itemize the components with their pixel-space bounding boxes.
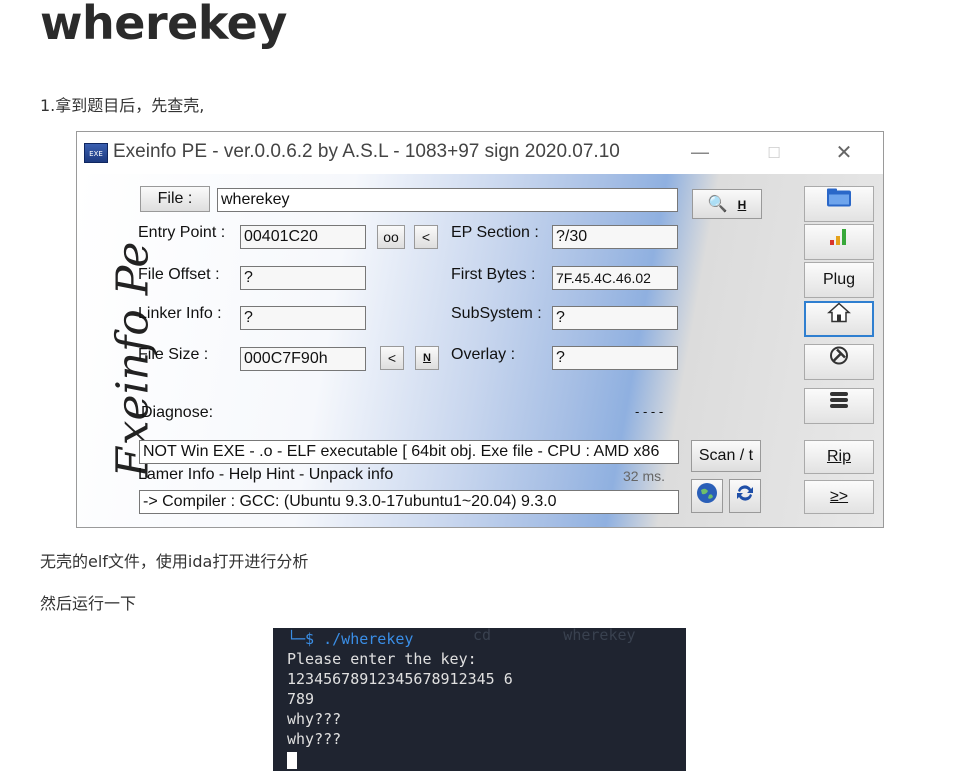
terminal-screenshot: cd wherekey └─$ ./wherekey Please enter … [273,628,686,771]
diagnose-dashes: - - - - [635,404,664,419]
first-bytes-field[interactable]: 7F.45.4C.46.02 [552,266,678,290]
home-icon [827,302,851,337]
signal-bars-icon [827,225,851,259]
terminal-output-line: 12345678912345678912345 6 [287,670,513,688]
file-size-field[interactable]: 000C7F90h [240,347,366,371]
compiler-field[interactable]: -> Compiler : GCC: (Ubuntu 9.3.0-17ubunt… [139,490,679,514]
ep-section-label: EP Section : [451,224,539,241]
terminal-command: ./wherekey [323,630,414,648]
list-icon [827,389,851,423]
oo-button[interactable]: oo [377,225,405,249]
minimize-icon[interactable]: — [685,140,715,164]
file-size-label: File Size : [138,346,209,363]
page-title: wherekey [40,0,287,50]
entry-back-button[interactable]: < [414,225,438,249]
window-title: Exeinfo PE - ver.0.0.6.2 by A.S.L - 1083… [113,141,620,162]
maximize-icon[interactable]: ☐ [759,144,789,162]
terminal-command-line: └─$ ./wherekey [287,630,413,648]
first-bytes-label: First Bytes : [451,266,536,283]
stats-button[interactable] [804,224,874,260]
exeinfo-window: EXE Exeinfo PE - ver.0.0.6.2 by A.S.L - … [76,131,884,528]
diagnose-result-field[interactable]: NOT Win EXE - .o - ELF executable [ 64bi… [139,440,679,464]
entry-point-field[interactable]: 00401C20 [240,225,366,249]
overlay-label: Overlay : [451,346,516,363]
diagnose-label: Diagnose: [141,404,214,421]
entry-point-label: Entry Point : [138,224,226,241]
linker-info-field[interactable]: ? [240,306,366,330]
terminal-output-line: why??? [287,730,342,748]
open-folder-button[interactable] [804,186,874,222]
home-button[interactable] [804,301,874,337]
plug-button[interactable]: Plug [804,262,874,298]
terminal-cursor [287,752,297,769]
magnifier-icon: 🔍 [707,196,728,213]
tools-button[interactable] [804,344,874,380]
menu-button[interactable] [804,388,874,424]
analysis-note: 无壳的elf文件，使用ida打开进行分析 [40,552,309,571]
overlay-field[interactable]: ? [552,346,678,370]
terminal-output-line: 789 [287,690,315,708]
scan-time: 32 ms. [623,468,666,484]
lamer-info-label[interactable]: Lamer Info - Help Hint - Unpack info [138,466,393,484]
exeinfo-app-icon: EXE [84,143,108,163]
globe-icon [696,482,718,510]
linker-info-label: Linker Info : [138,305,222,322]
size-back-button[interactable]: < [380,346,404,370]
refresh-icon [734,482,756,510]
ep-section-field[interactable]: ?/30 [552,225,678,249]
next-button[interactable]: ≥> [804,480,874,514]
subsystem-label: SubSystem : [451,305,542,322]
wrench-icon [827,344,851,381]
terminal-output-line: Please enter the key: [287,650,477,668]
file-button[interactable]: File : [140,186,210,212]
terminal-prompt: └─$ [287,630,324,648]
file-offset-field[interactable]: ? [240,266,366,290]
window-titlebar[interactable]: EXE Exeinfo PE - ver.0.0.6.2 by A.S.L - … [77,132,883,174]
h-label: H [737,198,747,212]
refresh-button[interactable] [729,479,761,513]
folder-icon [825,187,853,222]
search-h-button[interactable]: 🔍 H [692,189,762,219]
step-text: 1.拿到题目后，先查壳, [40,96,205,115]
subsystem-field[interactable]: ? [552,306,678,330]
rip-button[interactable]: Rip [804,440,874,474]
file-name-field[interactable]: wherekey [217,188,678,212]
close-icon[interactable]: ✕ [829,140,859,164]
terminal-ghost-text: cd wherekey [473,628,636,644]
n-button[interactable]: N [415,346,439,370]
scan-button[interactable]: Scan / t [691,440,761,472]
file-offset-label: File Offset : [138,266,220,283]
terminal-output-line: why??? [287,710,342,728]
run-note: 然后运行一下 [40,594,137,613]
globe-button[interactable] [691,479,723,513]
exeinfo-client: Exeinfo Pe File : wherekey 🔍 H Entry Poi… [77,174,883,527]
